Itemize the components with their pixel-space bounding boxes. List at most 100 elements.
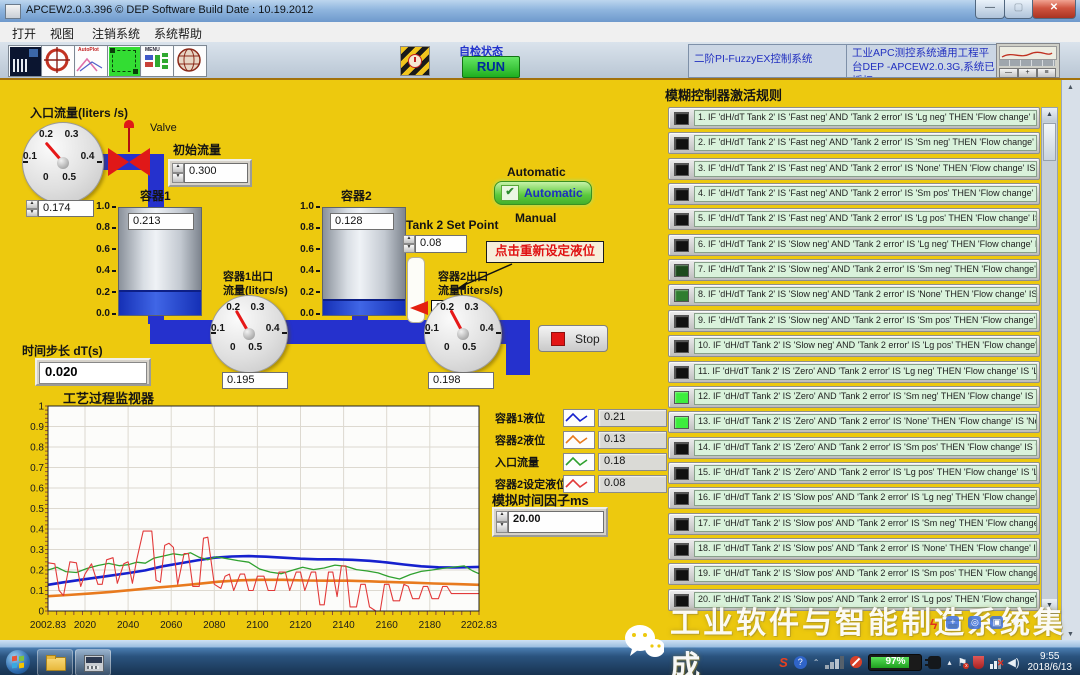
legend-line-icon[interactable] xyxy=(563,453,595,471)
initial-flow-spinner[interactable]: ▲▼ 0.300 xyxy=(168,159,252,187)
gauge-dial-label: 0 xyxy=(230,342,236,353)
menu-open[interactable]: 打开 xyxy=(8,24,40,43)
emergency-stop-icon[interactable] xyxy=(400,46,430,76)
initial-flow-value[interactable]: 0.300 xyxy=(184,163,248,183)
gauge-hub xyxy=(243,328,255,340)
rule-row: 7. IF 'dH/dT Tank 2' IS 'Slow neg' AND '… xyxy=(668,259,1040,281)
rule-row: 5. IF 'dH/dT Tank 2' IS 'Fast neg' AND '… xyxy=(668,208,1040,230)
watermark: 工业软件与智能制造系统集成 xyxy=(622,598,1080,675)
outlet1-flow-value: 0.195 xyxy=(222,372,288,389)
rule-text: 5. IF 'dH/dT Tank 2' IS 'Fast neg' AND '… xyxy=(694,211,1037,227)
gauge-dial-label: 0.4 xyxy=(480,323,494,334)
palette-tool-row[interactable] xyxy=(999,60,1055,66)
instrument-panel-icon[interactable] xyxy=(8,45,42,77)
scroll-up-icon[interactable]: ▲ xyxy=(1042,108,1057,122)
overlay-icon[interactable]: ⚙ xyxy=(1012,616,1023,632)
overlay-icon[interactable]: ϟ xyxy=(930,616,937,632)
svg-text:0: 0 xyxy=(38,607,44,618)
spin-down-icon[interactable]: ▼ xyxy=(172,173,184,183)
svg-text:2180: 2180 xyxy=(419,620,442,631)
mode-switch[interactable]: ✔ Automatic xyxy=(494,181,592,205)
spin-down-icon[interactable]: ▼ xyxy=(26,209,38,218)
frame-edit-icon[interactable] xyxy=(107,45,141,77)
window-scrollbar[interactable]: ▲ ▼ xyxy=(1061,80,1080,642)
legend-line-icon[interactable] xyxy=(563,409,595,427)
rule-text: 1. IF 'dH/dT Tank 2' IS 'Fast neg' AND '… xyxy=(694,110,1037,126)
pan-button[interactable]: ≡ xyxy=(1037,68,1056,78)
valve-left[interactable] xyxy=(108,148,129,176)
gauge-dial-label: 0.4 xyxy=(81,151,95,162)
tank1-fill xyxy=(119,290,201,315)
target-tuning-icon[interactable] xyxy=(41,45,75,77)
overlay-icon[interactable]: ◎ xyxy=(968,616,981,629)
spin-down-icon[interactable]: ▼ xyxy=(496,522,508,533)
rule-led-indicator xyxy=(674,163,689,176)
gauge-dial-label: 0 xyxy=(444,342,450,353)
scroll-up-icon[interactable]: ▲ xyxy=(1067,84,1074,91)
taskbar-explorer-button[interactable] xyxy=(37,649,73,675)
spin-down-icon[interactable]: ▼ xyxy=(403,244,415,253)
rule-row: 16. IF 'dH/dT Tank 2' IS 'Slow pos' AND … xyxy=(668,487,1040,509)
stop-button[interactable]: Stop xyxy=(538,325,608,352)
setpoint-spinner[interactable]: ▲▼ 0.08 xyxy=(403,235,467,253)
folder-icon xyxy=(46,657,66,671)
menu-config-icon[interactable]: MENU xyxy=(140,45,174,77)
setpoint-value[interactable]: 0.08 xyxy=(415,235,467,253)
overlay-icon[interactable]: + xyxy=(946,616,959,629)
zoom-out-button[interactable]: — xyxy=(999,68,1018,78)
svg-text:2160: 2160 xyxy=(376,620,399,631)
rule-led-indicator xyxy=(674,239,689,252)
dt-box: 0.020 xyxy=(35,358,151,386)
initial-flow-label: 初始流量 xyxy=(173,141,221,158)
spin-up-icon[interactable]: ▲ xyxy=(172,163,184,173)
globe-icon[interactable] xyxy=(173,45,207,77)
rule-led-indicator xyxy=(674,467,689,480)
sim-factor-value[interactable]: 20.00 xyxy=(508,511,604,533)
spin-up-icon[interactable]: ▲ xyxy=(403,235,415,244)
menu-help[interactable]: 系统帮助 xyxy=(150,24,206,43)
svg-text:1: 1 xyxy=(38,402,44,413)
outlet2-flow-gauge: 0.20.30.10.400.5 xyxy=(424,295,502,373)
gauge-dial-label: 0.3 xyxy=(65,129,79,140)
svg-text:2002.83: 2002.83 xyxy=(30,620,67,631)
spin-up-icon[interactable]: ▲ xyxy=(26,200,38,209)
tank1-label: 容器1 xyxy=(140,187,171,204)
overlay-icon[interactable]: ▣ xyxy=(990,616,1003,629)
inlet-flow-spinner[interactable]: ▲▼ 0.174 xyxy=(26,200,94,217)
taskbar-app-button[interactable] xyxy=(75,649,111,675)
system-name-box: 二阶PI-FuzzyEX控制系统 xyxy=(688,44,848,78)
gauge-dial-label: 0.2 xyxy=(39,129,53,140)
automatic-label: Automatic xyxy=(507,165,566,179)
svg-text:0.1: 0.1 xyxy=(30,586,44,597)
inlet-flow-value[interactable]: 0.174 xyxy=(38,200,94,217)
dt-value: 0.020 xyxy=(39,362,147,384)
autoplot-icon[interactable]: AutoPlot xyxy=(74,45,108,77)
menu-view[interactable]: 视图 xyxy=(46,24,78,43)
dt-label: 时间步长 dT(s) xyxy=(22,342,103,359)
legend-label: 容器2液位 xyxy=(495,432,545,448)
menu-logout[interactable]: 注销系统 xyxy=(88,24,144,43)
valve-right[interactable] xyxy=(129,148,150,176)
svg-text:0.6: 0.6 xyxy=(30,484,44,495)
rules-scrollbar[interactable]: ▲ ▼ xyxy=(1041,107,1058,614)
zoom-in-button[interactable]: + xyxy=(1018,68,1037,78)
rule-row: 3. IF 'dH/dT Tank 2' IS 'Fast neg' AND '… xyxy=(668,158,1040,180)
gauge-hub xyxy=(457,328,469,340)
rule-led-indicator xyxy=(674,366,689,379)
setpoint-slider-pointer[interactable] xyxy=(410,301,428,315)
sim-factor-spinner[interactable]: ▲▼ 20.00 xyxy=(492,507,608,537)
scrollbar-thumb[interactable] xyxy=(1043,123,1056,161)
svg-text:0.5: 0.5 xyxy=(30,504,44,515)
maximize-button[interactable]: ▢ xyxy=(1004,0,1033,19)
close-button[interactable]: ✕ xyxy=(1032,0,1076,19)
minimize-button[interactable]: — xyxy=(975,0,1005,19)
rule-row: 15. IF 'dH/dT Tank 2' IS 'Zero' AND 'Tan… xyxy=(668,462,1040,484)
stop-button-label: Stop xyxy=(575,332,600,346)
spin-up-icon[interactable]: ▲ xyxy=(496,511,508,522)
check-icon: ✔ xyxy=(501,185,519,201)
legend-line-icon[interactable] xyxy=(563,431,595,449)
app-thumbnail-icon xyxy=(84,655,104,672)
start-button[interactable] xyxy=(6,650,30,674)
svg-text:2080: 2080 xyxy=(203,620,226,631)
rule-row: 14. IF 'dH/dT Tank 2' IS 'Zero' AND 'Tan… xyxy=(668,437,1040,459)
